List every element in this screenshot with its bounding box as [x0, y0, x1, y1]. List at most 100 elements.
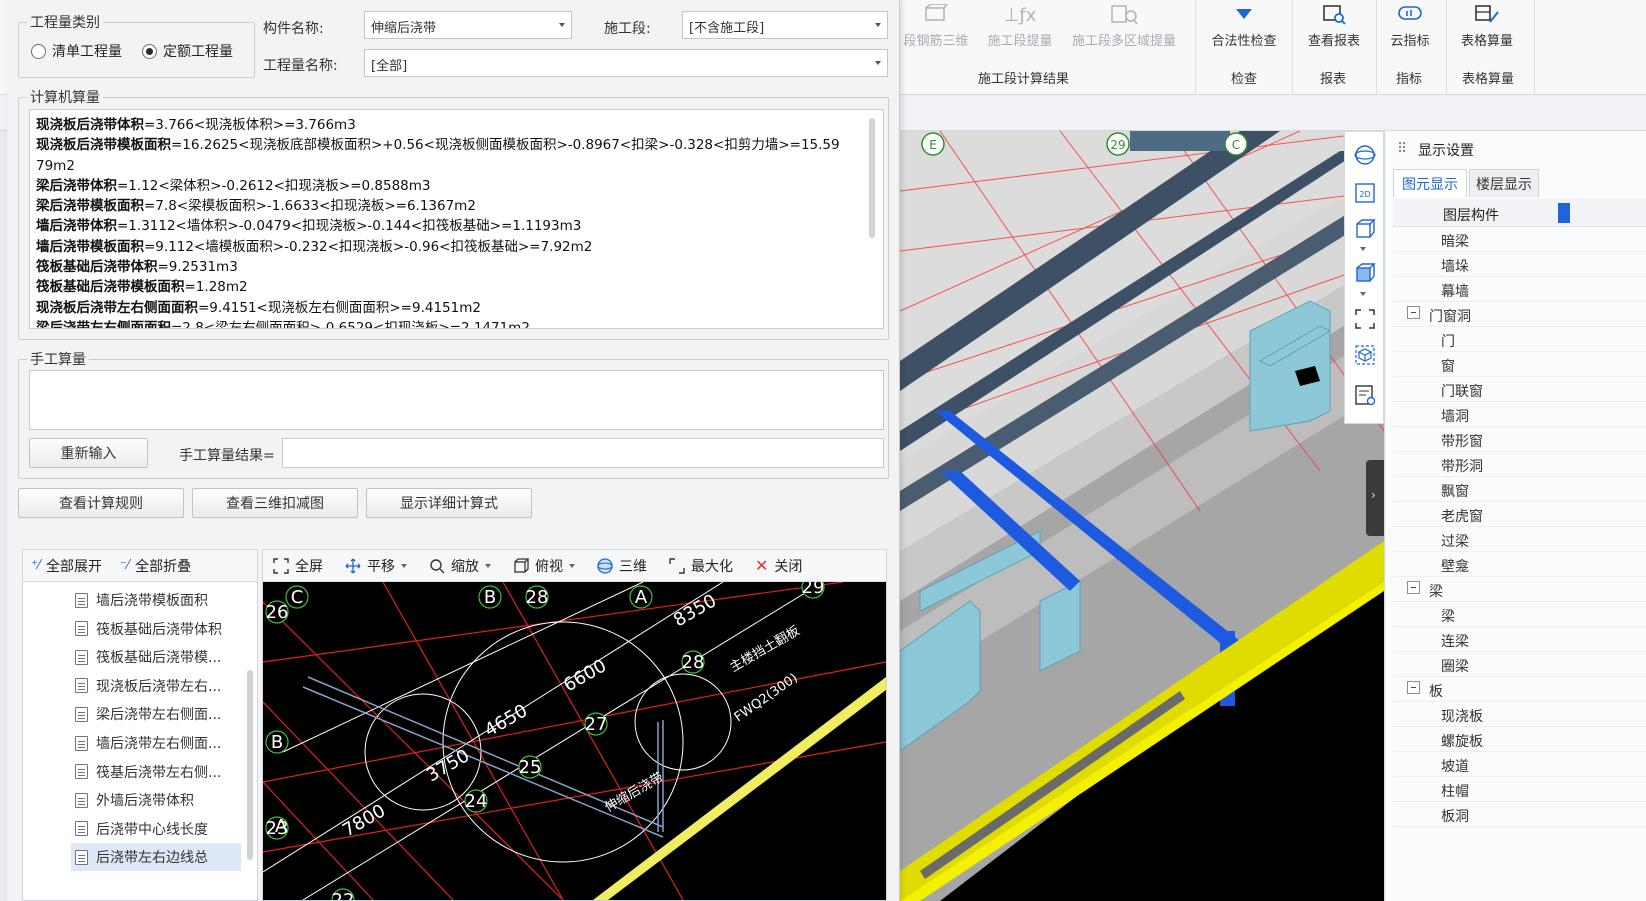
view-3d-button[interactable]: 三维 [597, 556, 647, 576]
tree-item-label: 墙后浇带模板面积 [96, 593, 208, 609]
tree-item[interactable]: 外墙后浇带体积 [75, 786, 194, 814]
collapse-toggle-icon[interactable] [1407, 306, 1420, 319]
maximize-button[interactable]: 最大化 [669, 556, 733, 576]
ribbon-table-quantity-button[interactable]: 表格算量 [1455, 0, 1519, 60]
layer-row[interactable]: 带形洞 [1393, 452, 1646, 477]
fullscreen-button[interactable]: 全屏 [273, 556, 323, 576]
expand-all-button[interactable]: ⁺⁄ 全部展开 [31, 556, 102, 576]
segment-select[interactable]: [不含施工段] [682, 11, 888, 39]
ribbon-view-report-button[interactable]: 查看报表 [1302, 0, 1366, 60]
calc-line-formula: =1.3112<墙体积>-0.0479<扣现浇板>-0.144<扣筏板基础>=1… [117, 218, 582, 235]
view-calc-rules-button[interactable]: 查看计算规则 [18, 488, 184, 518]
chevron-down-icon[interactable] [1360, 292, 1366, 296]
calc-line-name: 现浇板后浇带体积 [36, 117, 144, 133]
tree-item[interactable]: 墙后浇带模板面积 [75, 586, 208, 614]
view-2d-icon[interactable]: 2D [1354, 182, 1376, 208]
tree-item[interactable]: 现浇板后浇带左右... [75, 672, 221, 700]
drag-handle-icon[interactable]: ⠿ [1397, 141, 1407, 157]
orbit-icon[interactable] [1354, 144, 1376, 170]
ribbon-legality-check-button[interactable]: 合法性检查 [1205, 0, 1283, 60]
tab-floor-display[interactable]: 楼层显示 [1469, 169, 1539, 197]
ribbon-cloud-index-button[interactable]: 云指标 [1384, 0, 1436, 60]
tree-item[interactable]: 筏基后浇带左右侧... [75, 758, 221, 786]
tree-item[interactable]: 后浇带中心线长度 [75, 815, 208, 843]
manual-result-input[interactable] [282, 438, 884, 468]
layer-group-row[interactable]: 梁 [1393, 577, 1646, 602]
visibility-column-marker [1558, 203, 1570, 223]
box-select-icon[interactable] [1354, 344, 1376, 370]
model-3d-view[interactable]: E 29 C [900, 131, 1384, 901]
collapse-all-button[interactable]: ⁻⁄ 全部折叠 [120, 556, 191, 576]
reenter-button[interactable]: 重新输入 [29, 438, 148, 468]
ribbon-segment-quantity-button[interactable]: ⊥ƒx 施工段提量 [982, 0, 1058, 60]
layer-row[interactable]: 圈梁 [1393, 652, 1646, 677]
view-cube-icon[interactable] [1354, 218, 1376, 244]
collapse-toggle-icon[interactable] [1407, 681, 1420, 694]
tree-item[interactable]: 梁后浇带左右侧面... [75, 700, 221, 728]
layer-row[interactable]: 老虎窗 [1393, 502, 1646, 527]
close-preview-button[interactable]: ✕ 关闭 [755, 556, 802, 576]
fit-screen-icon[interactable] [1354, 308, 1376, 334]
layer-row[interactable]: 柱帽 [1393, 777, 1646, 802]
solid-cube-icon[interactable] [1354, 262, 1376, 288]
layer-row[interactable]: 现浇板 [1393, 702, 1646, 727]
radio-bill-quantity[interactable]: 清单工程量 [31, 41, 122, 61]
view-3d-deduction-button[interactable]: 查看三维扣减图 [192, 488, 358, 518]
toolbar-label: 全屏 [295, 558, 323, 575]
radio-label: 定额工程量 [163, 44, 233, 60]
layer-row[interactable]: 窗 [1393, 352, 1646, 377]
layer-row[interactable]: 坡道 [1393, 752, 1646, 777]
layer-row[interactable]: 暗梁 [1393, 227, 1646, 252]
layer-row-label: 壁龛 [1441, 559, 1469, 575]
layer-row[interactable]: 墙洞 [1393, 402, 1646, 427]
ribbon-group-table: 表格算量 [1462, 72, 1515, 87]
zoom-button[interactable]: 缩放 [429, 556, 491, 576]
collapse-toggle-icon[interactable] [1407, 581, 1420, 594]
tree-item[interactable]: 筏板基础后浇带模... [75, 643, 221, 671]
tree-item[interactable]: 墙后浇带左右侧面... [75, 729, 221, 757]
calc-result-text[interactable]: 现浇板后浇带体积=3.766<现浇板体积>=3.766m3 现浇板后浇带模板面积=… [29, 109, 884, 329]
preview-canvas[interactable]: C B 28 A 29 26 28 27 25 24 B 23 22 A 835… [263, 582, 886, 900]
layer-row[interactable]: 梁 [1393, 602, 1646, 627]
layer-row[interactable]: 板洞 [1393, 802, 1646, 827]
layer-group-row[interactable]: 门窗洞 [1393, 302, 1646, 327]
tab-element-display[interactable]: 图元显示 [1393, 169, 1467, 197]
calc-line-name: 梁后浇带体积 [36, 177, 117, 194]
tree-scrollbar[interactable] [247, 670, 253, 860]
layer-row[interactable]: 过梁 [1393, 527, 1646, 552]
axis-label: 24 [465, 791, 488, 812]
tree-item[interactable]: 筏板基础后浇带体积 [75, 615, 222, 643]
layer-row[interactable]: 飘窗 [1393, 477, 1646, 502]
manual-calc-input[interactable] [29, 370, 884, 430]
layer-row[interactable]: 连梁 [1393, 627, 1646, 652]
quantity-name-label: 工程量名称: [263, 58, 338, 74]
calc-scrollbar[interactable] [869, 118, 875, 238]
ribbon-separator [1534, 0, 1535, 94]
layer-row[interactable]: 螺旋板 [1393, 727, 1646, 752]
collapse-panel-handle[interactable]: › [1366, 460, 1384, 536]
pan-button[interactable]: 平移 [345, 556, 407, 576]
layer-row[interactable]: 壁龛 [1393, 552, 1646, 577]
document-icon [75, 849, 88, 865]
layer-group-row[interactable]: 板 [1393, 677, 1646, 702]
layer-row[interactable]: 门 [1393, 327, 1646, 352]
quantity-name-select[interactable]: [全部] [364, 49, 888, 77]
ribbon-rebar-3d-button[interactable]: 段钢筋三维 [900, 0, 972, 60]
calc-line-formula: =9.2531m3 [157, 259, 238, 276]
radio-quota-quantity[interactable]: 定额工程量 [142, 41, 233, 61]
ribbon-multi-area-button[interactable]: 施工段多区域提量 [1065, 0, 1183, 60]
layer-row[interactable]: 墙垛 [1393, 252, 1646, 277]
layer-row-label: 圈梁 [1441, 659, 1469, 675]
check-icon [1229, 0, 1259, 30]
show-detail-formula-button[interactable]: 显示详细计算式 [366, 488, 532, 518]
chevron-down-icon[interactable] [1360, 247, 1366, 251]
layer-row[interactable]: 带形窗 [1393, 427, 1646, 452]
layer-row-label: 坡道 [1441, 759, 1469, 775]
layer-row[interactable]: 幕墙 [1393, 277, 1646, 302]
layer-row-label: 飘窗 [1441, 484, 1469, 500]
top-view-button[interactable]: 俯视 [513, 556, 575, 576]
tree-item[interactable]: 后浇带左右边线总 [71, 843, 241, 872]
properties-icon[interactable] [1354, 384, 1376, 410]
component-name-select[interactable]: 伸缩后浇带 [364, 11, 572, 39]
layer-row[interactable]: 门联窗 [1393, 377, 1646, 402]
